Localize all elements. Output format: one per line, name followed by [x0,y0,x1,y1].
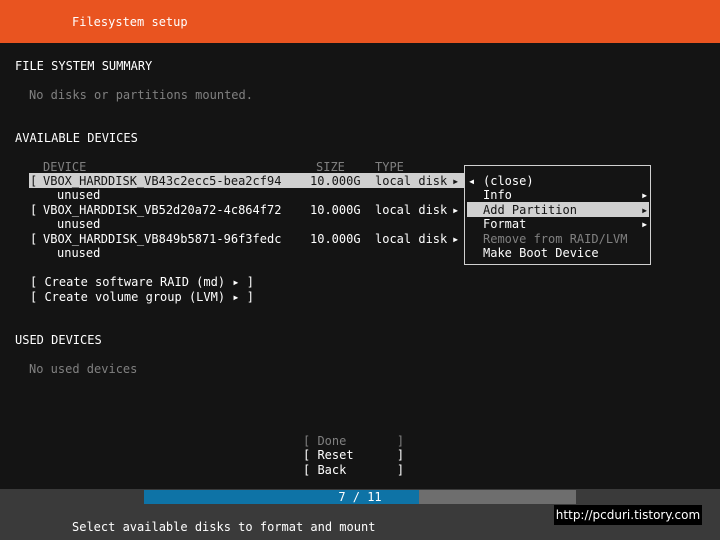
summary-section-title: FILE SYSTEM SUMMARY [15,59,153,73]
device-row-bracket: [ [30,174,38,188]
available-devices-title: AVAILABLE DEVICES [15,131,138,145]
device-type: local disk [375,232,448,246]
used-devices-empty-text: No used devices [29,362,138,376]
back-button[interactable]: [ Back ] [303,463,404,477]
device-menu-arrow-icon[interactable]: ▸ [452,174,459,188]
column-header-device: DEVICE [43,160,87,174]
reset-button[interactable]: [ Reset ] [303,448,404,462]
device-name[interactable]: VBOX_HARDDISK_VB849b5871-96f3fedc [43,232,281,246]
device-size: 10.000G [310,203,361,217]
device-menu-arrow-icon[interactable]: ▸ [452,232,459,246]
close-arrow-icon[interactable]: ◂ [468,174,475,188]
done-button: [ Done ] [303,434,405,448]
device-menu-arrow-icon[interactable]: ▸ [452,203,459,217]
menu-item-format[interactable]: Format [483,217,526,231]
device-status: unused [57,246,101,260]
column-header-type: TYPE [375,160,404,174]
device-size: 10.000G [310,232,361,246]
device-name[interactable]: VBOX_HARDDISK_VB52d20a72-4c864f72 [43,203,281,217]
watermark: http://pcduri.tistory.com [554,505,702,525]
device-row-bracket: [ [30,203,38,217]
create-lvm-button[interactable]: [ Create volume group (LVM) ▸ ] [30,290,254,304]
summary-empty-text: No disks or partitions mounted. [29,88,253,102]
column-header-size: SIZE [316,160,345,174]
footer-hint: Select available disks to format and mou… [72,520,376,534]
page-title: Filesystem setup [72,15,188,29]
menu-item-make-boot-device[interactable]: Make Boot Device [483,246,599,260]
menu-item-remove-from-raid-lvm: Remove from RAID/LVM [483,232,628,246]
submenu-arrow-icon: ▸ [641,217,649,231]
device-type: local disk [375,174,448,188]
submenu-arrow-icon: ▸ [641,188,649,202]
progress-label: 7 / 11 [338,490,382,504]
used-devices-title: USED DEVICES [15,333,102,347]
create-raid-button[interactable]: [ Create software RAID (md) ▸ ] [30,275,254,289]
menu-item-close[interactable]: (close) [483,174,534,188]
menu-item-add-partition[interactable]: Add Partition [483,203,577,217]
device-status: unused [57,217,101,231]
device-type: local disk [375,203,448,217]
device-size: 10.000G [310,174,361,188]
device-row-bracket: [ [30,232,38,246]
device-status: unused [57,188,101,202]
device-name[interactable]: VBOX_HARDDISK_VB43c2ecc5-bea2cf94 [43,174,281,188]
submenu-arrow-icon: ▸ [641,203,649,217]
menu-item-info[interactable]: Info [483,188,512,202]
